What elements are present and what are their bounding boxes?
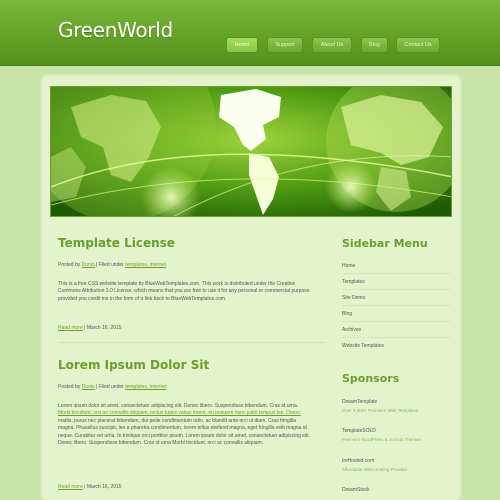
posted-by-label: Posted by [58, 262, 81, 268]
category-link[interactable]: templates, internet [125, 262, 166, 268]
author-link[interactable]: Dunio [82, 384, 95, 390]
sidebar-item-home[interactable]: Home [342, 263, 450, 269]
post-footer: Read more | March 16, 2015 [58, 325, 122, 331]
sponsor-description: Over 6,000+ Premium Web Templates [342, 408, 419, 413]
nav-about-us[interactable]: About Us [312, 37, 352, 53]
post-body-line: provided you credit me in the form of a … [58, 295, 227, 302]
sponsor-description: Affordable Web Hosting Provider [342, 467, 408, 472]
sidebar-item-templates[interactable]: Templates [342, 279, 450, 285]
sidebar-item-website-templates[interactable]: Website Templates [342, 343, 450, 349]
nav-blog[interactable]: Blog [361, 37, 388, 53]
nav-home[interactable]: Home [226, 37, 258, 53]
sidebar-divider [342, 321, 450, 322]
post-date: | March 16, 2015 [84, 484, 122, 490]
post-meta: Posted by Dunio | Filed under templates,… [58, 262, 166, 268]
read-more-link[interactable]: Read more [58, 325, 83, 331]
post-body-line: mattis, purus nec placerat bibendum, dui… [58, 417, 296, 424]
site-header: GreenWorld [0, 0, 500, 66]
post-title[interactable]: Lorem Ipsum Dolor Sit [58, 358, 209, 372]
post-date: | March 16, 2015 [84, 325, 122, 331]
sidebar-item-blog[interactable]: Blog [342, 311, 450, 317]
post-body-line: This is a free CSS website template by B… [58, 281, 296, 287]
filed-under-label: | Filed under [96, 384, 124, 390]
post-body-line[interactable]: Morbi tincidunt, orci ac convallis aliqu… [58, 410, 326, 417]
read-more-link[interactable]: Read more [58, 484, 83, 490]
sponsor-link[interactable]: ImHosted.com [342, 458, 374, 464]
post-title[interactable]: Template License [58, 236, 175, 250]
sidebar-menu-title: Sidebar Menu [342, 237, 428, 250]
post-footer: Read more | March 16, 2015 [58, 484, 122, 490]
sponsor-link[interactable]: TemplateSOLD [342, 428, 376, 434]
nav-contact-us[interactable]: Contact Us [396, 37, 440, 53]
post-body-line: neque. Curabitur vel urna. In tristique … [58, 432, 311, 439]
sidebar-item-site-demo[interactable]: Site Demo [342, 295, 450, 301]
sidebar-divider [342, 305, 450, 306]
sidebar-divider [342, 337, 450, 338]
post-body: Lorem ipsum dolor sit amet, consectetuer… [58, 403, 326, 447]
sidebar-divider [342, 289, 450, 290]
sponsor-link[interactable]: DreamStock [342, 487, 370, 493]
post-body-line: Commons Attribution 3.0 License, which m… [58, 288, 310, 295]
post-body: This is a free CSS website template by B… [58, 281, 326, 303]
sidebar-divider [342, 273, 450, 274]
author-link[interactable]: Dunio [82, 262, 95, 268]
post-divider [58, 342, 326, 343]
globe-banner-image [50, 86, 452, 217]
sponsors-title: Sponsors [342, 372, 400, 385]
sponsor-link[interactable]: DreamTemplate [342, 399, 377, 405]
nav-support[interactable]: Support [267, 37, 303, 53]
site-logo[interactable]: GreenWorld [58, 18, 173, 42]
post-meta: Posted by Dunio | Filed under templates,… [58, 384, 166, 390]
category-link[interactable]: templates, internet [125, 384, 166, 390]
sponsor-description: Premium WordPress & Joomla Themes [342, 437, 421, 442]
post-body-line: magna. Phasellus suscipit, leo a pharetr… [58, 425, 307, 432]
post-body-line: Lorem ipsum dolor sit amet, consectetuer… [58, 403, 299, 409]
filed-under-label: | Filed under [96, 262, 124, 268]
sidebar-item-archives[interactable]: Archives [342, 327, 450, 333]
post-body-line: Donec libero. Suspendisse bibendum. Cras… [58, 440, 264, 447]
posted-by-label: Posted by [58, 384, 81, 390]
